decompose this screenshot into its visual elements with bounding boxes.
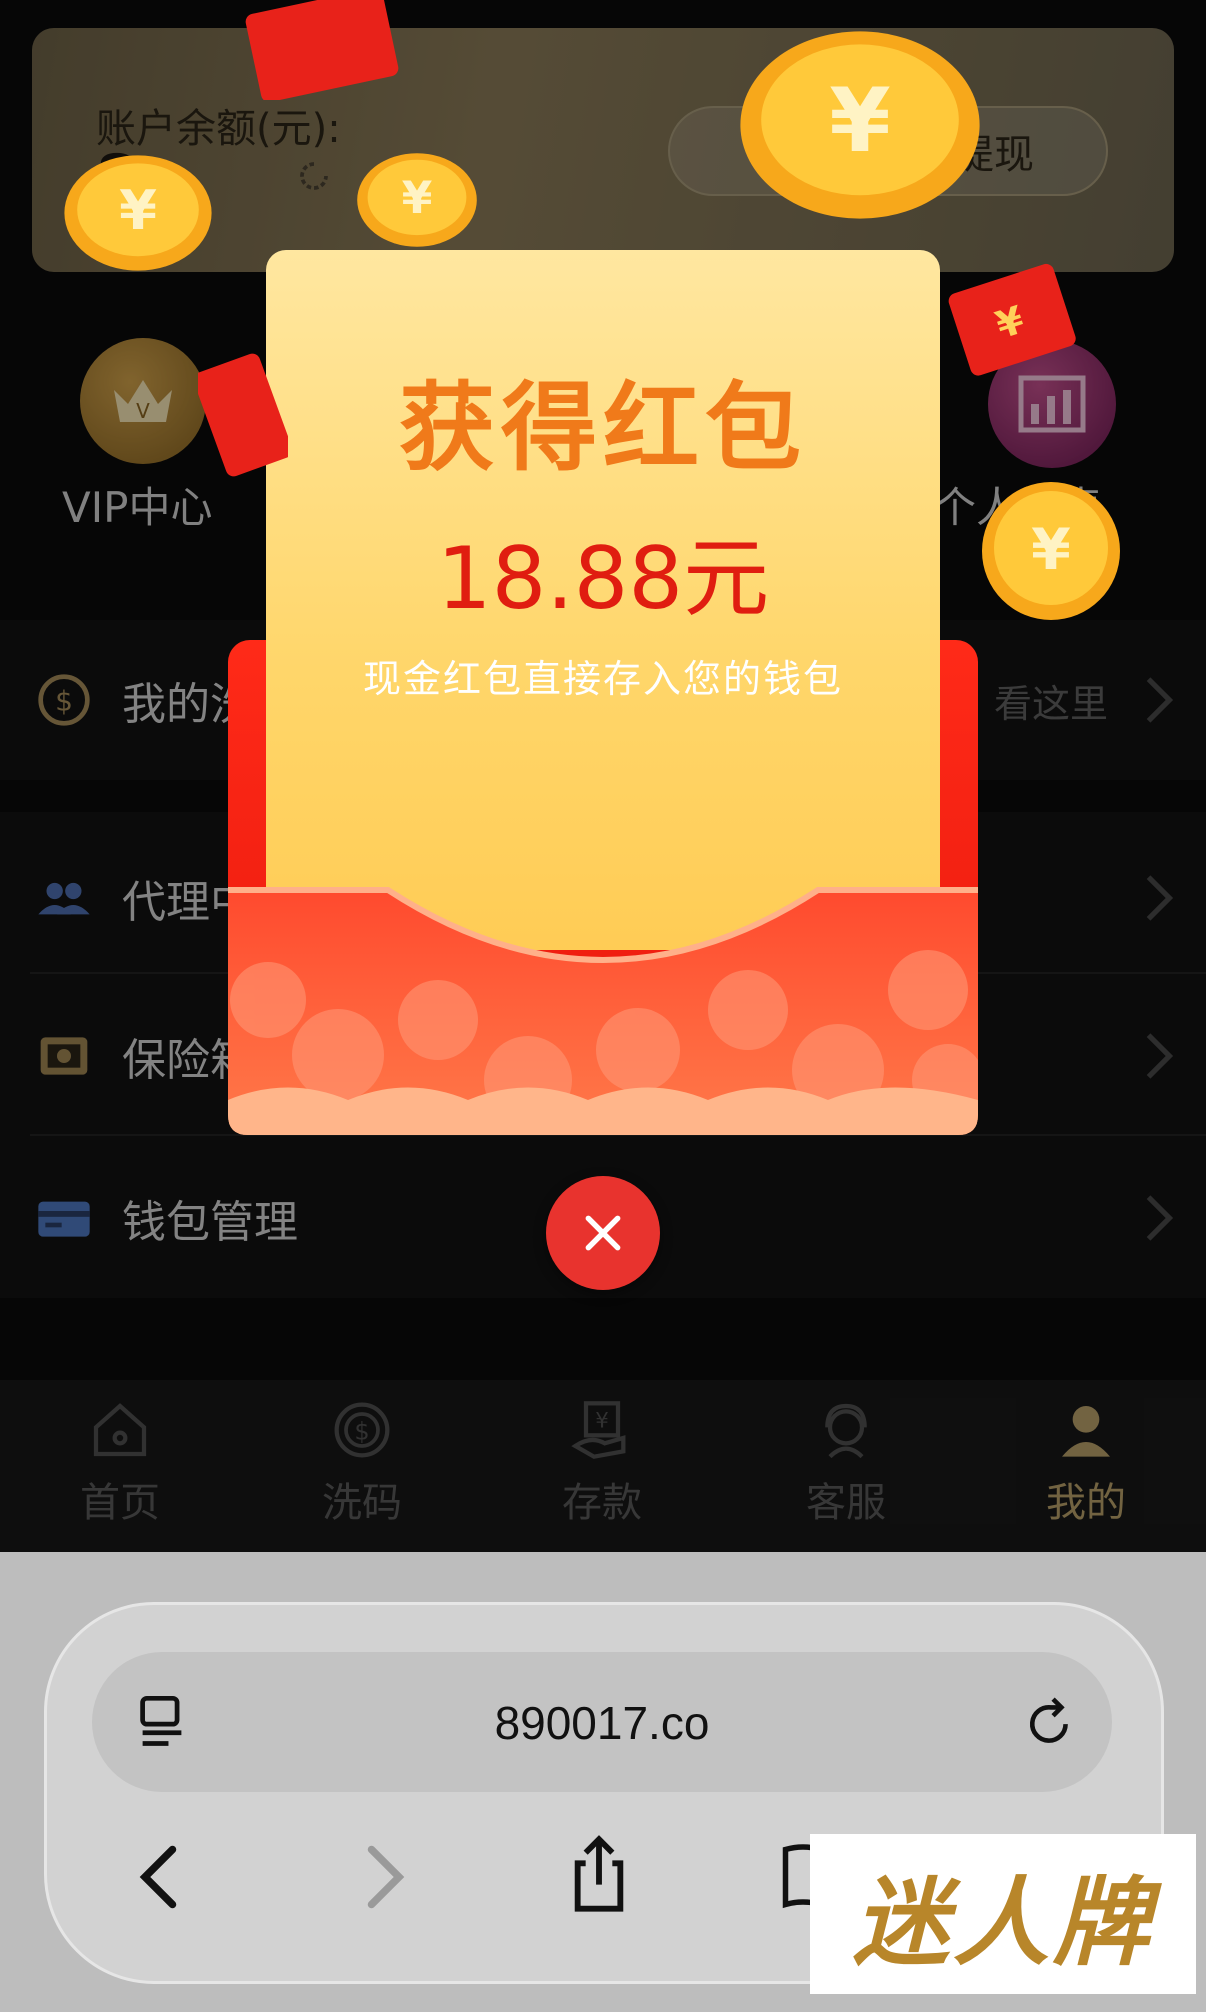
forward-arrow-icon[interactable]: [354, 1842, 414, 1912]
gold-coin-icon: ¥: [58, 148, 218, 278]
reload-icon[interactable]: [1026, 1694, 1076, 1750]
flying-red-envelope-icon: [245, 0, 399, 100]
modal-title: 获得红包: [399, 372, 807, 484]
close-icon: [585, 1215, 621, 1251]
gold-coin-icon: ¥: [352, 148, 482, 252]
gold-coin-icon: ¥: [976, 476, 1126, 626]
close-modal-button[interactable]: [546, 1176, 660, 1290]
back-arrow-icon[interactable]: [130, 1842, 190, 1912]
url-text[interactable]: 890017.co: [92, 1696, 1112, 1750]
modal-subtitle: 现金红包直接存入您的钱包: [362, 657, 843, 701]
flying-red-envelope-icon: [198, 353, 288, 477]
watermark-text: 迷人牌: [853, 1865, 1153, 1979]
flying-red-envelope-icon: ¥: [948, 263, 1076, 376]
share-icon[interactable]: [566, 1834, 632, 1914]
svg-text:¥: ¥: [119, 179, 157, 242]
watermark-logo: 迷人牌: [810, 1834, 1196, 1994]
svg-text:¥: ¥: [1031, 517, 1071, 583]
svg-text:¥: ¥: [402, 173, 433, 224]
red-envelope-front: [228, 887, 978, 1135]
svg-text:¥: ¥: [829, 69, 891, 172]
gold-coin-icon: ¥: [730, 20, 990, 230]
reward-amount: 18.88元: [436, 529, 770, 629]
